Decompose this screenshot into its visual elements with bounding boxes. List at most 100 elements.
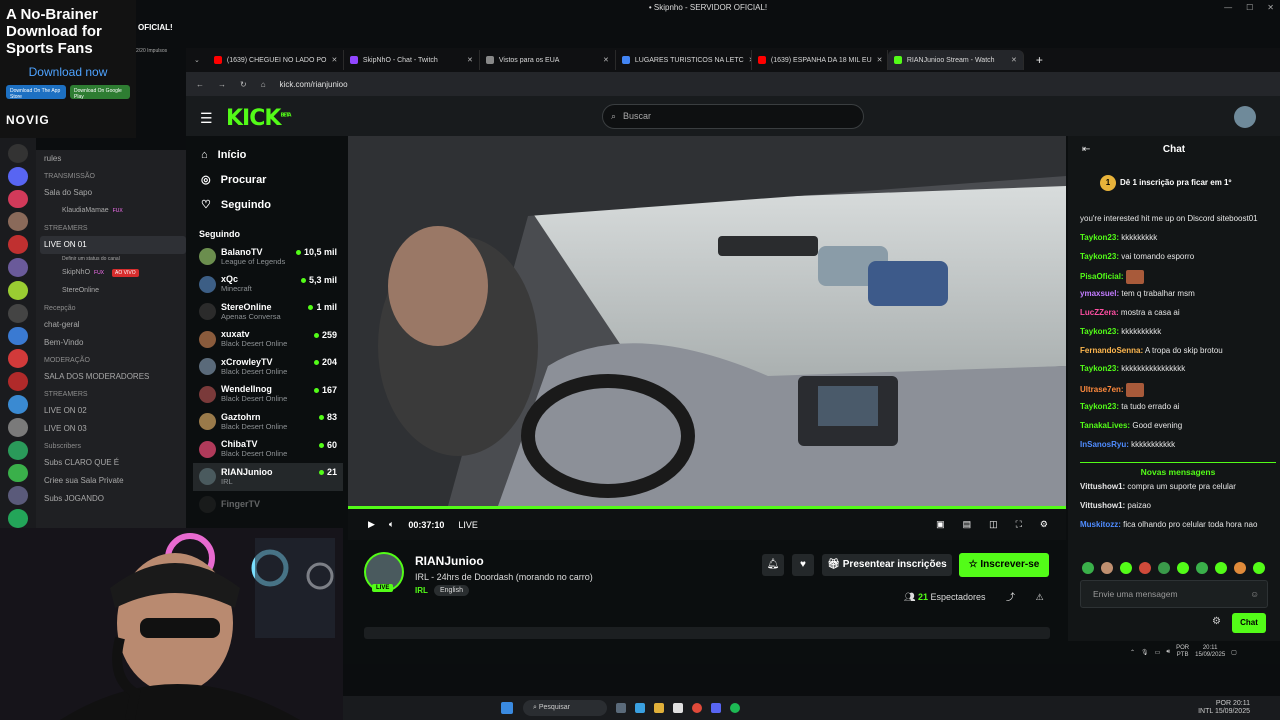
pip-icon[interactable]: ◫: [989, 519, 998, 530]
search-input[interactable]: ⌕ Buscar: [602, 104, 864, 129]
followed-channel[interactable]: ChibaTV Black Desert Online 60: [193, 436, 343, 464]
followed-channel[interactable]: Gaztohrn Black Desert Online 83: [193, 408, 343, 436]
app-store-badge[interactable]: Download On The App Store: [6, 85, 66, 100]
subscribe-button[interactable]: ☆ Inscrever-se: [959, 553, 1049, 577]
emote[interactable]: [1177, 562, 1189, 574]
chat-username[interactable]: InSanosRyu:: [1080, 440, 1129, 449]
chat-username[interactable]: Muskitozz:: [1080, 520, 1121, 529]
chrome-icon[interactable]: [692, 703, 702, 713]
clip-icon[interactable]: ▣: [936, 519, 945, 530]
channel-status[interactable]: Definir um status do canal: [44, 254, 186, 264]
windows-start-icon[interactable]: [501, 702, 513, 714]
close-tab-icon[interactable]: ✕: [331, 56, 337, 64]
voice-user[interactable]: SkipNhO FUX AO VIVO: [44, 264, 186, 282]
chat-message[interactable]: ymaxsuel: tem q trabalhar msm: [1080, 287, 1276, 306]
server-icon[interactable]: [8, 372, 28, 392]
followed-channel[interactable]: xuxatv Black Desert Online 259: [193, 326, 343, 354]
chat-username[interactable]: PisaOficial:: [1080, 273, 1124, 282]
chat-input[interactable]: Envie uma mensagem ☺: [1080, 580, 1268, 608]
server-icon[interactable]: [8, 212, 28, 232]
chat-message[interactable]: TanakaLives: Good evening: [1080, 419, 1276, 438]
server-icon[interactable]: [8, 235, 28, 255]
settings-icon[interactable]: ⚙: [1040, 519, 1048, 530]
channel-item[interactable]: Subs JOGANDO: [44, 490, 186, 508]
tray-clock[interactable]: 20:11 15/09/2025: [1195, 645, 1225, 659]
notification-icon[interactable]: ▢: [1231, 649, 1237, 656]
emote[interactable]: [1215, 562, 1227, 574]
pinned-gift-leaderboard[interactable]: 1 Dê 1 inscrição pra ficar em 1º: [1100, 175, 1231, 191]
chat-message[interactable]: you're interested hit me up on Discord s…: [1080, 212, 1276, 231]
channel-item[interactable]: LIVE ON 03: [44, 420, 186, 438]
home-icon[interactable]: ⌂: [261, 80, 266, 89]
followed-channel[interactable]: FingerTV: [193, 491, 343, 519]
channel-category[interactable]: Subscribers: [44, 438, 186, 454]
channel-item[interactable]: LIVE ON 02: [44, 402, 186, 420]
chat-username[interactable]: LucZZera:: [1080, 308, 1119, 317]
server-icon[interactable]: [8, 349, 28, 369]
emote[interactable]: [1158, 562, 1170, 574]
server-icon[interactable]: [8, 189, 28, 209]
store-icon[interactable]: [673, 703, 683, 713]
channel-item[interactable]: Bem-Vindo: [44, 334, 186, 352]
chat-username[interactable]: FernandoSenna:: [1080, 346, 1143, 355]
play-icon[interactable]: ▶: [368, 519, 375, 530]
voice-user[interactable]: StereOnline: [44, 282, 186, 300]
close-tab-icon[interactable]: ✕: [603, 56, 609, 64]
ad-banner[interactable]: A No-Brainer Download for Sports Fans Do…: [0, 0, 136, 138]
reload-icon[interactable]: ↻: [240, 80, 247, 89]
channel-item[interactable]: Subs CLARO QUE É: [44, 454, 186, 472]
followed-channel[interactable]: xQc Minecraft 5,3 mil: [193, 271, 343, 299]
language-tag[interactable]: English: [434, 585, 469, 596]
chat-message[interactable]: Vittushow1: compra um suporte pra celula…: [1080, 480, 1276, 499]
server-icon[interactable]: [8, 280, 28, 300]
report-icon[interactable]: ⚠: [1036, 592, 1044, 602]
discord-server-name[interactable]: OFICIAL!: [136, 16, 186, 46]
browser-tab[interactable]: LUGARES TURISTICOS NA LETC✕: [616, 50, 752, 70]
chat-username[interactable]: TanakaLives:: [1080, 421, 1130, 430]
chat-message[interactable]: Muskitozz: fica olhando pro celular toda…: [1080, 518, 1276, 537]
voice-channel-selected[interactable]: LIVE ON 01: [40, 236, 186, 254]
ad-cta[interactable]: Download now: [6, 65, 130, 79]
volume-icon[interactable]: 🔈︎: [389, 519, 394, 530]
chat-username[interactable]: Vittushow1:: [1080, 482, 1125, 491]
server-icon[interactable]: [8, 144, 28, 163]
voice-user[interactable]: KlaudiaMamae FUX: [44, 202, 186, 220]
network-icon[interactable]: ▭: [1155, 649, 1161, 656]
channel-category[interactable]: Recepção: [44, 300, 186, 316]
chevron-up-icon[interactable]: ⌃: [1130, 649, 1135, 656]
user-avatar[interactable]: [1234, 106, 1256, 128]
chat-settings-icon[interactable]: ⚙: [1212, 616, 1221, 627]
nav-procurar[interactable]: ◎ Procurar: [193, 167, 343, 192]
chat-message[interactable]: Taykon23: ta tudo errado ai: [1080, 400, 1276, 419]
nav-início[interactable]: ⌂ Início: [193, 142, 343, 167]
new-messages-divider[interactable]: Novas mensagens: [1080, 462, 1276, 480]
spotify-icon[interactable]: [730, 703, 740, 713]
emote[interactable]: [1234, 562, 1246, 574]
browser-tab[interactable]: RIANJunioo Stream - Watch ✕: [887, 50, 1024, 70]
chat-username[interactable]: Taykon23:: [1080, 327, 1119, 336]
chat-message[interactable]: LucZZera: mostra a casa ai: [1080, 306, 1276, 325]
discord-icon[interactable]: [711, 703, 721, 713]
server-icon[interactable]: [8, 166, 28, 186]
chat-message[interactable]: Taykon23: vai tomando esporro: [1080, 250, 1276, 269]
chat-message[interactable]: InSanosRyu: kkkkkkkkkkk: [1080, 438, 1276, 457]
server-icon[interactable]: [8, 463, 28, 483]
kick-logo[interactable]: KICKBETA: [226, 106, 292, 131]
menu-icon[interactable]: ☰: [200, 110, 213, 127]
fullscreen-icon[interactable]: ⛶: [1016, 519, 1022, 530]
followed-channel[interactable]: WendelInog Black Desert Online 167: [193, 381, 343, 409]
edge-icon[interactable]: [635, 703, 645, 713]
video-player[interactable]: [348, 136, 1066, 506]
browser-tab[interactable]: (1639) ESPANHA DA 18 MIL EU ✕: [752, 50, 888, 70]
channel-category[interactable]: STREAMERS: [44, 220, 186, 236]
followed-channel[interactable]: RIANJunioo IRL 21: [193, 463, 343, 491]
channel-item[interactable]: Criee sua Sala Private: [44, 472, 186, 490]
close-tab-icon[interactable]: ✕: [1011, 56, 1017, 64]
emoji-icon[interactable]: ☺: [1250, 581, 1259, 607]
server-icon[interactable]: [8, 326, 28, 346]
minimize-icon[interactable]: —: [1224, 0, 1232, 16]
chat-username[interactable]: Taykon23:: [1080, 364, 1119, 373]
back-icon[interactable]: ←: [196, 80, 204, 89]
channel-category[interactable]: STREAMERS: [44, 386, 186, 402]
chat-username[interactable]: Taykon23:: [1080, 233, 1119, 242]
